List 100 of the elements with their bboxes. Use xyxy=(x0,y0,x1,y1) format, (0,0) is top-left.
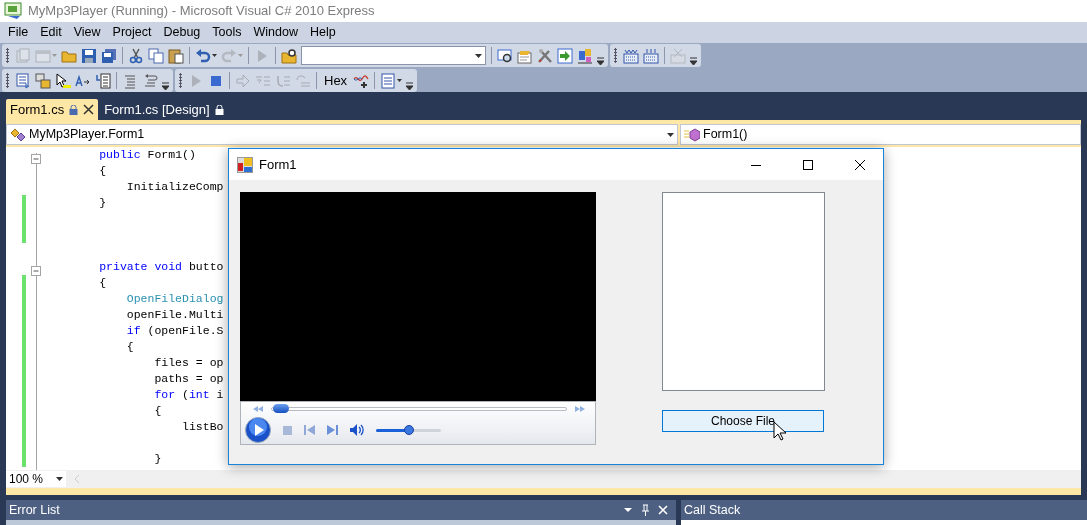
code-line: } xyxy=(153,451,162,467)
menu-item[interactable]: File xyxy=(2,23,35,42)
menu-item[interactable]: Debug xyxy=(157,23,207,42)
document-list-icon xyxy=(380,72,397,89)
collapse-icon[interactable] xyxy=(31,153,41,164)
toolbar-grip[interactable] xyxy=(5,73,10,88)
keyboard-cross-icon xyxy=(670,47,686,64)
choose-file-button[interactable]: Choose File xyxy=(662,410,824,432)
copy-icon xyxy=(148,47,164,64)
window-title: MyMp3Player (Running) - Microsoft Visual C# 2010 Express xyxy=(28,2,375,21)
code-line: files = op xyxy=(153,355,224,371)
window-search-icon xyxy=(497,47,513,64)
keyboard-arrows-icon xyxy=(643,47,659,64)
overflow-icon xyxy=(406,82,414,91)
redo-icon xyxy=(221,47,237,64)
caret-icon xyxy=(52,54,57,57)
code-line: listBo xyxy=(181,419,224,435)
pointer-icon xyxy=(55,72,71,89)
code-line: InitializeComp xyxy=(125,179,224,195)
form-icon xyxy=(237,156,253,173)
wave-plus-icon xyxy=(353,72,370,89)
code-line: for (int i xyxy=(153,387,224,403)
close-icon[interactable] xyxy=(83,104,95,115)
volume-thumb[interactable] xyxy=(403,424,414,435)
lines-undo-icon xyxy=(142,72,158,89)
volume-track[interactable] xyxy=(376,428,441,432)
menu-item[interactable]: Edit xyxy=(34,23,68,42)
previous-icon[interactable] xyxy=(304,425,315,435)
document-tab[interactable]: Form1.cs xyxy=(6,99,99,120)
keyboard-icon xyxy=(623,47,639,64)
clipboard-icon xyxy=(168,47,184,64)
caret-icon xyxy=(212,54,217,57)
code-line: OpenFileDialog xyxy=(125,291,224,307)
folder-search-icon xyxy=(281,47,297,64)
overflow-icon xyxy=(597,57,604,66)
toolbar-grip[interactable] xyxy=(613,48,618,63)
play-button[interactable] xyxy=(245,417,271,443)
pin-icon[interactable] xyxy=(641,504,650,516)
code-line: } xyxy=(98,195,107,211)
overflow-icon xyxy=(690,57,697,66)
window-title: Form1 xyxy=(259,155,298,174)
code-line: private void butto xyxy=(98,259,224,275)
close-icon xyxy=(855,159,865,170)
caret-icon xyxy=(238,54,243,57)
code-line: paths = op xyxy=(153,371,224,387)
panel-title: Call Stack xyxy=(684,501,742,519)
toolbar-grip[interactable] xyxy=(178,73,183,88)
collapse-icon[interactable] xyxy=(31,265,41,276)
shapes-icon xyxy=(577,47,593,64)
code-line: openFile.Multi xyxy=(125,307,224,323)
code-line: { xyxy=(125,339,134,355)
type-dropdown[interactable]: MyMp3Player.Form1 xyxy=(6,124,678,145)
caret-icon xyxy=(667,132,674,137)
fast-forward-icon[interactable] xyxy=(575,406,585,412)
list-indent-icon xyxy=(95,72,111,89)
toolbar-button[interactable] xyxy=(53,70,73,91)
scissors-icon xyxy=(128,47,144,64)
floppy-icon xyxy=(81,47,97,64)
seek-track[interactable] xyxy=(271,407,567,411)
tools-icon xyxy=(537,47,553,64)
menu-item[interactable]: Tools xyxy=(206,23,248,42)
toolbar-grip[interactable] xyxy=(5,48,10,63)
member-dropdown[interactable]: Form1() xyxy=(680,124,1081,145)
step-out-icon xyxy=(295,72,311,89)
menu-item[interactable]: Project xyxy=(106,23,158,42)
code-line: { xyxy=(98,275,107,291)
menu-item[interactable]: View xyxy=(67,23,107,42)
window-icon xyxy=(35,47,51,64)
code-line: public Form1() xyxy=(98,147,196,163)
overflow-icon xyxy=(162,82,169,91)
maximize-icon xyxy=(803,159,813,170)
app-icon xyxy=(4,2,22,20)
list-box[interactable] xyxy=(662,192,825,391)
zoom-dropdown[interactable]: 100 % xyxy=(6,471,66,487)
seek-thumb[interactable] xyxy=(272,404,289,413)
code-line: { xyxy=(153,403,162,419)
cursor-icon xyxy=(773,421,787,441)
dropdown-icon[interactable] xyxy=(624,508,632,512)
document-tab[interactable]: Form1.cs [Design] xyxy=(100,99,228,120)
code-line: if (openFile.S xyxy=(125,323,224,339)
caret-icon xyxy=(56,477,63,481)
hex-button[interactable]: Hex xyxy=(320,70,352,91)
menu-item[interactable]: Window xyxy=(247,23,304,42)
undo-icon xyxy=(195,47,211,64)
speaker-icon[interactable] xyxy=(350,424,364,436)
caret-icon xyxy=(397,79,403,82)
next-icon[interactable] xyxy=(327,425,338,435)
class-icon xyxy=(10,127,26,142)
code-line: { xyxy=(98,163,107,179)
panel-title: Error List xyxy=(9,501,61,519)
floppies-icon xyxy=(101,47,117,64)
caret-icon xyxy=(475,53,482,58)
lines-icon xyxy=(122,72,138,89)
rewind-icon[interactable] xyxy=(253,406,263,412)
documents-icon xyxy=(15,47,31,64)
menu-item[interactable]: Help xyxy=(304,23,342,42)
method-icon xyxy=(684,127,700,142)
arrow-box-icon xyxy=(557,47,573,64)
arrow-icon xyxy=(235,72,251,89)
windows-icon xyxy=(35,72,51,89)
